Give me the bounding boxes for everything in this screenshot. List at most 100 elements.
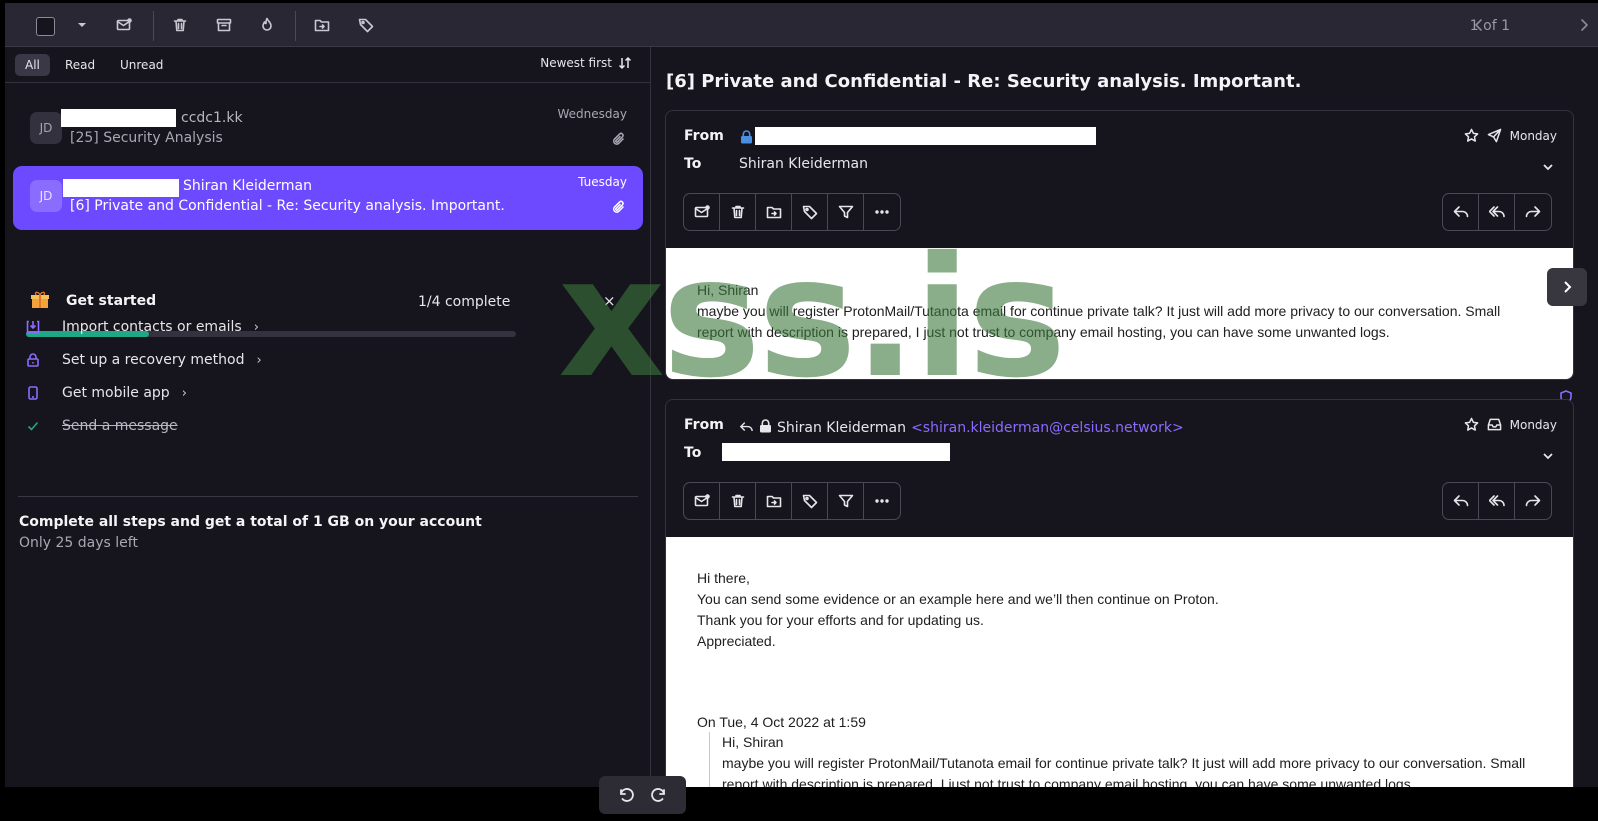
archive-icon[interactable] <box>212 13 236 37</box>
trash-icon[interactable] <box>720 194 756 230</box>
list-item[interactable]: JD ccdc1.kk [25] Security Analysis Wedne… <box>13 98 643 162</box>
subject: [6] Private and Confidential - Re: Secur… <box>70 198 505 214</box>
filter-icon[interactable] <box>828 483 864 519</box>
sort-label: Newest first <box>540 56 612 70</box>
select-dropdown-icon[interactable] <box>70 13 94 37</box>
filter-all[interactable]: All <box>15 54 50 76</box>
message-card: From Monday To Shiran Kleiderman Hi, Shi… <box>665 110 1574 380</box>
label-icon[interactable] <box>354 13 378 37</box>
step-mobile-app[interactable]: Get mobile app › <box>26 383 187 403</box>
replied-icon <box>739 419 754 438</box>
star-icon[interactable] <box>1464 128 1479 143</box>
message-meta: Monday <box>1464 417 1557 432</box>
reply-all-icon[interactable] <box>1479 483 1515 519</box>
label-icon[interactable] <box>792 194 828 230</box>
reply-icon[interactable] <box>1443 194 1479 230</box>
quote-line: maybe you will register ProtonMail/Tutan… <box>722 755 1526 771</box>
body-line: report with description is prepared, I j… <box>697 324 1390 340</box>
quote-line: Hi, Shiran <box>722 734 784 750</box>
reply-all-icon[interactable] <box>1479 194 1515 230</box>
lock-icon <box>759 418 772 437</box>
reply-icon[interactable] <box>1443 483 1479 519</box>
from-address[interactable]: <shiran.kleiderman@celsius.network> <box>911 420 1184 436</box>
forward-icon[interactable] <box>1515 483 1551 519</box>
chevron-right-icon: › <box>256 352 262 368</box>
move-to-folder-icon[interactable] <box>310 13 334 37</box>
message-list-pane: All Read Unread Newest first JD ccdc1.kk… <box>5 47 651 787</box>
message-meta: Monday <box>1464 128 1557 143</box>
close-get-started-button[interactable]: × <box>603 292 616 310</box>
get-started-count: 1/4 complete <box>418 294 511 310</box>
filter-unread[interactable]: Unread <box>110 54 173 76</box>
to-label: To <box>684 445 702 461</box>
spam-icon[interactable] <box>255 13 279 37</box>
body-line: Thank you for your efforts and for updat… <box>697 612 984 628</box>
redaction <box>722 443 950 461</box>
redaction <box>63 179 179 197</box>
step-recovery-method[interactable]: Set up a recovery method › <box>26 350 262 370</box>
message-card: From Shiran Kleiderman <shiran.kleiderma… <box>665 399 1574 787</box>
message-date: Monday <box>1509 417 1557 432</box>
mark-unread-icon[interactable] <box>684 194 720 230</box>
step-import-contacts[interactable]: Import contacts or emails › <box>26 317 259 337</box>
move-to-folder-icon[interactable] <box>756 194 792 230</box>
chevron-down-icon[interactable] <box>1541 159 1555 173</box>
body-line: maybe you will register ProtonMail/Tutan… <box>697 303 1501 319</box>
next-page-icon[interactable] <box>1572 13 1596 37</box>
avatar: JD <box>30 112 62 144</box>
filter-icon[interactable] <box>828 194 864 230</box>
get-started-title: Get started <box>66 293 157 309</box>
subject: [25] Security Analysis <box>70 130 223 146</box>
from-label: From <box>684 128 724 144</box>
move-to-folder-icon[interactable] <box>756 483 792 519</box>
trash-icon[interactable] <box>168 13 192 37</box>
forward-icon[interactable] <box>1515 194 1551 230</box>
more-icon[interactable] <box>864 483 900 519</box>
sent-icon <box>1487 128 1501 143</box>
message-actions-right <box>1442 193 1552 231</box>
chevron-down-icon[interactable] <box>1541 448 1555 462</box>
promo-title: Complete all steps and get a total of 1 … <box>19 514 482 530</box>
step-label: Get mobile app <box>62 385 170 401</box>
star-icon[interactable] <box>1464 417 1479 432</box>
list-item-selected[interactable]: JD Shiran Kleiderman [6] Private and Con… <box>13 166 643 230</box>
step-label: Import contacts or emails <box>62 319 242 335</box>
list-filters: All Read Unread Newest first <box>5 47 650 83</box>
filter-read[interactable]: Read <box>55 54 105 76</box>
undo-redo-bar <box>599 776 686 814</box>
message-date: Monday <box>1509 128 1557 143</box>
body-line: You can send some evidence or an example… <box>697 591 1219 607</box>
more-icon[interactable] <box>864 194 900 230</box>
message-actions-left <box>683 482 901 520</box>
redaction <box>755 127 1096 145</box>
step-send-message[interactable]: Send a message <box>26 416 178 436</box>
body-line: Hi there, <box>697 570 750 586</box>
trash-icon[interactable] <box>720 483 756 519</box>
label-icon[interactable] <box>792 483 828 519</box>
chevron-right-icon: › <box>253 319 259 335</box>
mail-app: 1 of 1 All Read Unread Newest first JD c… <box>5 3 1598 787</box>
message-body: Hi, Shiran maybe you will register Proto… <box>666 248 1573 379</box>
promo-subtitle: Only 25 days left <box>19 535 138 551</box>
mark-read-icon[interactable] <box>112 13 136 37</box>
message-body: Hi there, You can send some evidence or … <box>666 537 1573 787</box>
lock-icon <box>740 129 753 148</box>
mobile-icon <box>26 385 40 401</box>
import-icon <box>26 319 40 335</box>
next-message-button[interactable] <box>1547 268 1587 306</box>
to-label: To <box>684 156 702 172</box>
body-line: Hi, Shiran <box>697 282 759 298</box>
to-recipient[interactable]: Shiran Kleiderman <box>739 156 868 172</box>
from-name[interactable]: Shiran Kleiderman <box>777 420 906 436</box>
sort-button[interactable]: Newest first <box>540 56 632 70</box>
check-icon <box>26 418 40 434</box>
lock-icon <box>26 352 40 368</box>
toolbar: 1 of 1 <box>5 3 1598 47</box>
undo-icon[interactable] <box>616 786 634 804</box>
mark-unread-icon[interactable] <box>684 483 720 519</box>
select-all-checkbox[interactable] <box>36 17 55 36</box>
date: Wednesday <box>557 107 627 121</box>
avatar: JD <box>30 180 62 212</box>
step-label: Send a message <box>62 418 178 434</box>
redo-icon[interactable] <box>651 786 669 804</box>
